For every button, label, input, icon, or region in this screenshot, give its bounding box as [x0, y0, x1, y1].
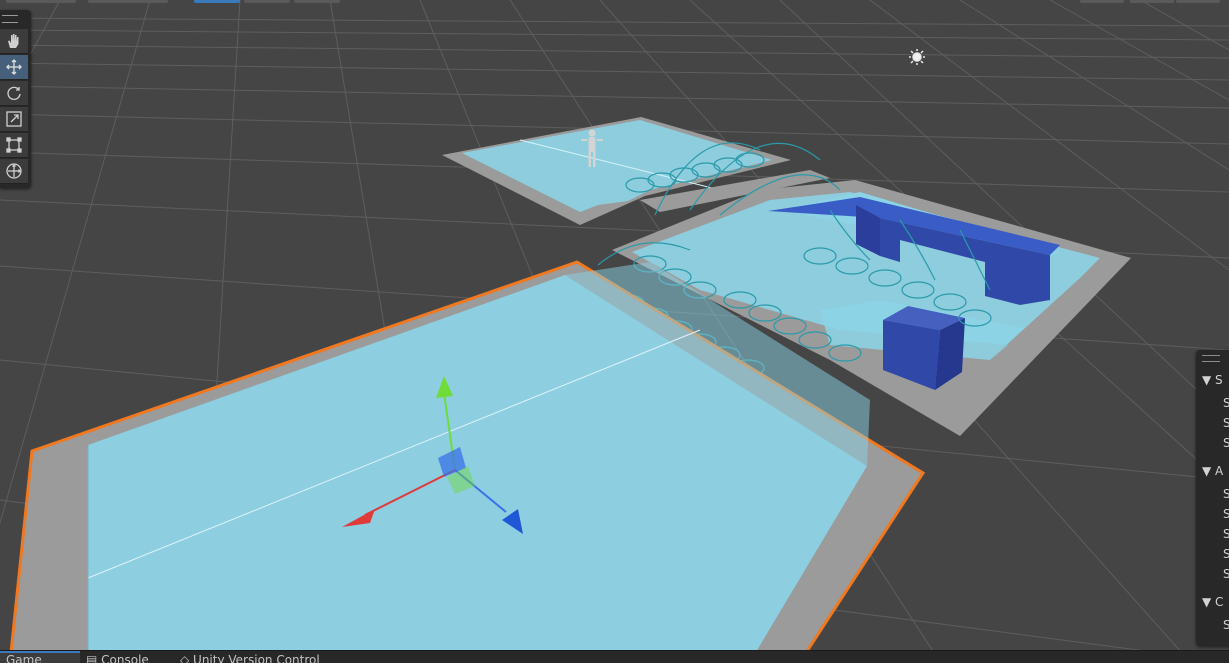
toolbar-button[interactable]	[88, 0, 168, 3]
overlay-item[interactable]: S	[1223, 487, 1229, 501]
overlay-section-header[interactable]: ▼ A	[1202, 464, 1223, 478]
rect-tool-button[interactable]	[0, 133, 28, 158]
bottom-tab-bar: Game ▤ Console ◇ Unity Version Control	[0, 650, 1229, 663]
tools-overlay	[0, 10, 31, 188]
rotate-tool-button[interactable]	[0, 81, 28, 106]
move-tool-button[interactable]	[0, 55, 28, 80]
overlay-item[interactable]: S	[1223, 436, 1229, 450]
overlay-section-header[interactable]: ▼ S	[1202, 373, 1223, 387]
overlay-item[interactable]: S	[1223, 396, 1229, 410]
toolbar-button[interactable]	[1176, 0, 1220, 3]
toolbar-button[interactable]	[194, 0, 240, 3]
overlay-item[interactable]: S	[1223, 567, 1229, 581]
overlay-item[interactable]: S	[1223, 416, 1229, 430]
hand-tool-button[interactable]	[0, 29, 28, 54]
overlay-item[interactable]: S	[1223, 547, 1229, 561]
transform-icon	[6, 163, 22, 179]
toolbar-button[interactable]	[6, 0, 76, 3]
overlay-grip-handle[interactable]	[2, 15, 18, 23]
overlay-section-header[interactable]: ▼ C	[1202, 595, 1223, 609]
transform-tool-button[interactable]	[0, 159, 28, 184]
toolbar-button[interactable]	[1130, 0, 1174, 3]
overlay-item[interactable]: S	[1223, 507, 1229, 521]
toolbar-button[interactable]	[1080, 0, 1124, 3]
toolbar-button[interactable]	[294, 0, 340, 3]
rect-icon	[6, 137, 22, 153]
overlay-item[interactable]: S	[1223, 527, 1229, 541]
rotate-icon	[7, 86, 21, 100]
overlay-grip-handle[interactable]	[1202, 355, 1220, 362]
scale-tool-button[interactable]	[0, 107, 28, 132]
hand-icon	[8, 34, 19, 48]
toolbar-button[interactable]	[244, 0, 290, 3]
tab-game[interactable]: Game	[0, 651, 80, 663]
scale-icon	[6, 111, 22, 127]
move-icon	[6, 59, 22, 75]
scene-view[interactable]	[0, 0, 1229, 662]
scene-overlay-panel: ▼ S S S S ▼ A S S S S S ▼ C S	[1196, 350, 1229, 646]
overlay-item[interactable]: S	[1223, 618, 1229, 632]
